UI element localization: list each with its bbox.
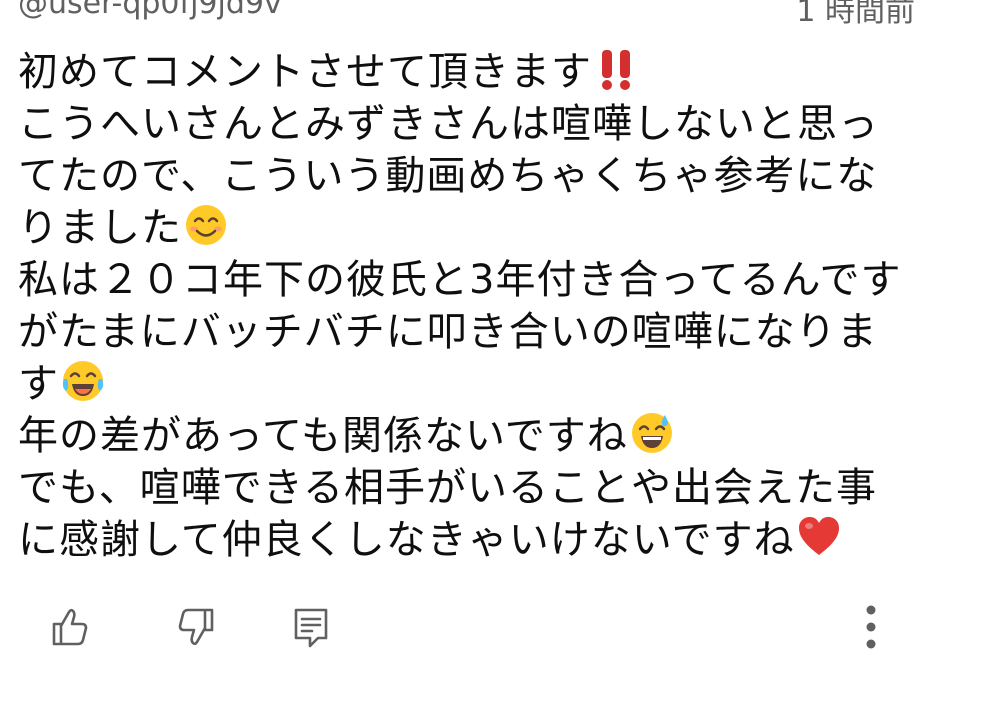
comment-text: 初めてコメントさせて頂きます こうへいさんとみずきさんは喧嘩しないと思っ てたの… xyxy=(18,46,928,566)
comment-line: でも、喧嘩できる相手がいることや出会えた事 xyxy=(18,462,928,514)
comment-line: りました xyxy=(18,202,928,254)
comment-line-text: がたまにバッチバチに叩き合いの喧嘩になりま xyxy=(18,309,878,355)
comment-line: に感謝して仲良くしなきゃいけないですね xyxy=(18,514,928,566)
comment-line: こうへいさんとみずきさんは喧嘩しないと思っ xyxy=(18,98,928,150)
like-button[interactable] xyxy=(45,602,95,652)
comment-line: 年の差があっても関係ないですね xyxy=(18,410,928,462)
comment-line: 初めてコメントさせて頂きます xyxy=(18,46,928,98)
comment-line-text: す xyxy=(18,361,59,407)
thumbs-down-icon xyxy=(178,608,214,646)
thumbs-up-icon xyxy=(52,608,88,646)
dislike-button[interactable] xyxy=(171,602,221,652)
comment-line-text: こうへいさんとみずきさんは喧嘩しないと思っ xyxy=(18,101,879,147)
author-handle[interactable]: @user-qp0fj9jd9v xyxy=(18,0,282,21)
red-heart-icon xyxy=(798,517,839,555)
tears-of-joy-icon xyxy=(62,361,104,401)
comment-line: す xyxy=(18,358,928,410)
comment-line-text: 私は２０コ年下の彼氏と3年付き合ってるんです xyxy=(18,257,902,303)
comment-action-bar xyxy=(0,602,991,656)
more-vertical-icon xyxy=(866,605,876,649)
comment-line-text: でも、喧嘩できる相手がいることや出会えた事 xyxy=(18,465,877,511)
reply-button[interactable] xyxy=(286,602,336,652)
comment-reply-icon xyxy=(294,608,328,648)
sweat-smile-icon xyxy=(631,413,672,453)
comment-line: 私は２０コ年下の彼氏と3年付き合ってるんです xyxy=(18,254,928,306)
double-exclamation-icon xyxy=(602,50,630,90)
comment-line: がたまにバッチバチに叩き合いの喧嘩になりま xyxy=(18,306,928,358)
more-options-button[interactable] xyxy=(846,602,896,652)
comment-line-text: 初めてコメントさせて頂きます xyxy=(18,49,592,95)
comment-timestamp: 1 時間前 xyxy=(796,0,915,29)
comment-line-text: てたので、こういう動画めちゃくちゃ参考にな xyxy=(18,153,878,199)
comment-line-text: 年の差があっても関係ないですね xyxy=(18,413,628,459)
comment-header: @user-qp0fj9jd9v 1 時間前 xyxy=(18,0,915,29)
comment-line: てたので、こういう動画めちゃくちゃ参考にな xyxy=(18,150,928,202)
smiling-face-icon xyxy=(186,205,226,245)
comment-line-text: に感謝して仲良くしなきゃいけないですね xyxy=(18,517,795,563)
comment-line-text: りました xyxy=(18,205,182,251)
